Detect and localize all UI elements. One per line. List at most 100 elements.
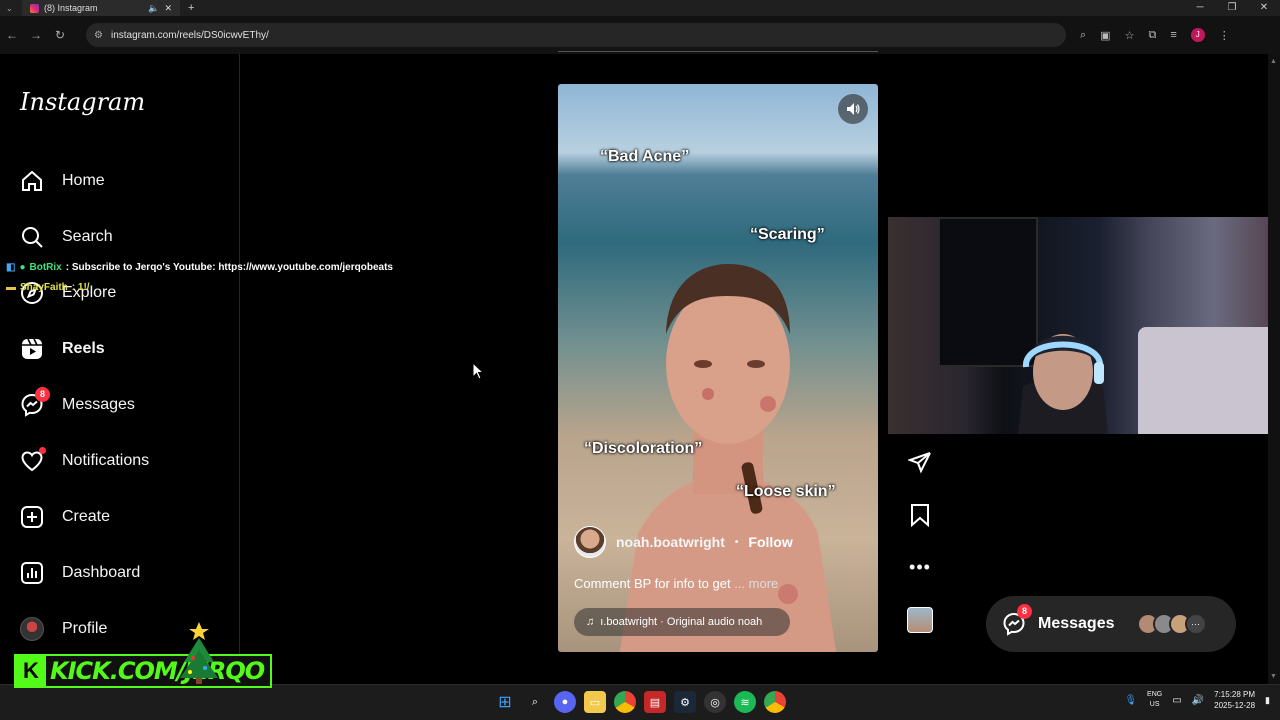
forward-button[interactable]: → [24, 28, 48, 42]
follow-button[interactable]: Follow [748, 534, 792, 550]
reel-caption: Comment BP for info to get ... more [574, 576, 778, 591]
music-note-icon: ♫ [586, 616, 595, 628]
sidebar-item-label: Messages [62, 396, 135, 413]
notification-center-icon[interactable]: ▮ [1265, 695, 1270, 706]
sidebar-item-home[interactable]: Home [18, 166, 105, 196]
browser-tab-strip: ⌄ (8) Instagram 🔈 ✕ + ─ ❐ ✕ [0, 0, 1280, 16]
webcam-streamer [1018, 334, 1108, 434]
caption-more-link[interactable]: ... more [734, 576, 778, 591]
audio-label: ı.boatwright · Original audio noah [600, 616, 763, 628]
sidebar-item-label: Dashboard [62, 564, 141, 581]
browser-tab[interactable]: (8) Instagram 🔈 ✕ [22, 0, 180, 16]
author-avatar[interactable] [574, 526, 606, 558]
restore-button[interactable]: ❐ [1216, 0, 1248, 16]
language-indicator[interactable]: ENG US [1147, 690, 1162, 710]
file-explorer-icon[interactable]: ▭ [584, 691, 606, 713]
microphone-icon[interactable]: 🎙 [1124, 695, 1137, 706]
tab-close-icon[interactable]: ✕ [164, 3, 172, 14]
cast-icon[interactable]: ▣ [1100, 29, 1110, 42]
taskbar-search-icon[interactable]: ⌕ [524, 691, 546, 713]
chat-badge-icon: ◧ [6, 262, 16, 273]
extensions-icon[interactable]: ⧉ [1148, 29, 1156, 42]
address-bar[interactable]: ⚙ instagram.com/reels/DS0icwvEThy/ [86, 23, 1066, 47]
chat-message: : 1!/ [71, 282, 90, 293]
obs-icon[interactable]: ◎ [704, 691, 726, 713]
chat-username: ShayFaith [20, 282, 68, 293]
reel-audio-thumbnail[interactable] [904, 607, 936, 633]
sidebar-item-reels[interactable]: Reels [18, 334, 105, 364]
share-button[interactable] [904, 450, 936, 474]
search-icon [18, 223, 46, 251]
reel-video[interactable]: “Bad Acne” “Scaring” “Discoloration” “Lo… [558, 84, 878, 652]
taskbar-apps: ⊞ ⌕ ● ▭ ▤ ⚙ ◎ ≋ [494, 691, 786, 713]
reload-button[interactable]: ↻ [48, 28, 72, 42]
windows-start-icon[interactable]: ⊞ [494, 691, 516, 713]
volume-icon[interactable]: 🔊 [1192, 695, 1204, 706]
instagram-favicon-icon [30, 3, 39, 13]
minimize-button[interactable]: ─ [1184, 0, 1216, 16]
discord-icon[interactable]: ● [554, 691, 576, 713]
messages-count-badge: 8 [1017, 604, 1032, 619]
taskbar-clock[interactable]: 7:15:28 PM 2025-12-28 [1214, 689, 1255, 711]
webcam-couch [1138, 327, 1272, 434]
sidebar-item-notifications[interactable]: Notifications [18, 446, 149, 476]
browser-menu-icon[interactable]: ⋮ [1219, 29, 1230, 42]
media-control-icon[interactable]: ≡ [1170, 29, 1176, 41]
messenger-icon: 8 [18, 387, 50, 419]
chrome-profile-icon[interactable] [764, 691, 786, 713]
more-chats-icon: ··· [1184, 613, 1207, 635]
network-icon[interactable]: ▭ [1172, 695, 1181, 706]
back-button[interactable]: ← [0, 28, 24, 42]
scroll-down-arrow-icon[interactable]: ▼ [1270, 673, 1277, 680]
instagram-sidebar: Instagram Home Search Explore Reels 8 Me… [0, 54, 240, 684]
new-tab-button[interactable]: + [188, 2, 194, 14]
messages-label: Messages [1038, 615, 1115, 632]
clock-time: 7:15:28 PM [1214, 690, 1256, 699]
site-info-icon[interactable]: ⚙ [94, 30, 103, 41]
chrome-icon[interactable] [614, 691, 636, 713]
sidebar-item-label: Notifications [62, 452, 150, 469]
reel-audio-pill[interactable]: ♫ ı.boatwright · Original audio noah [574, 608, 790, 636]
spotify-icon[interactable]: ≋ [734, 691, 756, 713]
sidebar-item-search[interactable]: Search [18, 222, 113, 252]
sidebar-item-create[interactable]: Create [18, 502, 110, 532]
mute-toggle-button[interactable] [838, 94, 868, 124]
bookmark-star-icon[interactable]: ☆ [1125, 29, 1135, 42]
profile-avatar [18, 615, 46, 643]
reel-author: noah.boatwright • Follow [574, 526, 793, 558]
calendar-app-icon[interactable]: ▤ [644, 691, 666, 713]
chat-username: BotRix [29, 262, 62, 273]
more-options-icon[interactable]: ••• [904, 557, 936, 578]
windows-taskbar: ⊞ ⌕ ● ▭ ▤ ⚙ ◎ ≋ 🎙 ENG US ▭ 🔊 7:15:28 PM … [0, 684, 1280, 720]
sidebar-item-label: Reels [62, 340, 105, 357]
tab-audio-icon[interactable]: 🔈 [148, 3, 159, 14]
send-icon [908, 452, 931, 474]
close-window-button[interactable]: ✕ [1248, 0, 1280, 16]
page-scrollbar[interactable]: ▲ ▼ [1268, 54, 1280, 684]
mouse-cursor-icon [472, 362, 484, 380]
heart-icon [18, 447, 46, 475]
tab-list-chevron-icon[interactable]: ⌄ [6, 4, 13, 13]
zoom-icon[interactable]: ⌕ [1080, 29, 1086, 42]
profile-avatar[interactable]: J [1190, 28, 1205, 42]
chat-message: : Subscribe to Jerqo's Youtube: https://… [65, 262, 393, 273]
separator-dot: • [734, 536, 739, 548]
scroll-up-arrow-icon[interactable]: ▲ [1270, 58, 1277, 65]
plus-square-icon [18, 503, 46, 531]
kick-channel-text: KICK.COM/JERQO [50, 657, 265, 685]
sidebar-item-label: Home [62, 172, 105, 189]
messages-drawer-button[interactable]: 8 Messages ··· [986, 596, 1236, 652]
reels-icon [18, 335, 46, 363]
caption-text: Comment BP for info to get [574, 576, 731, 591]
sidebar-item-dashboard[interactable]: Dashboard [18, 558, 140, 588]
save-button[interactable] [904, 503, 936, 527]
sidebar-item-messages[interactable]: 8 Messages [18, 387, 135, 420]
steam-icon[interactable]: ⚙ [674, 691, 696, 713]
system-tray: 🎙 ENG US ▭ 🔊 7:15:28 PM 2025-12-28 ▮ [1124, 689, 1270, 711]
home-icon [18, 167, 46, 195]
sidebar-item-profile[interactable]: Profile [18, 614, 107, 644]
instagram-logo[interactable]: Instagram [20, 88, 145, 116]
window-controls: ─ ❐ ✕ [1184, 0, 1280, 16]
author-username[interactable]: noah.boatwright [616, 534, 725, 550]
language-code: ENG [1147, 691, 1163, 698]
